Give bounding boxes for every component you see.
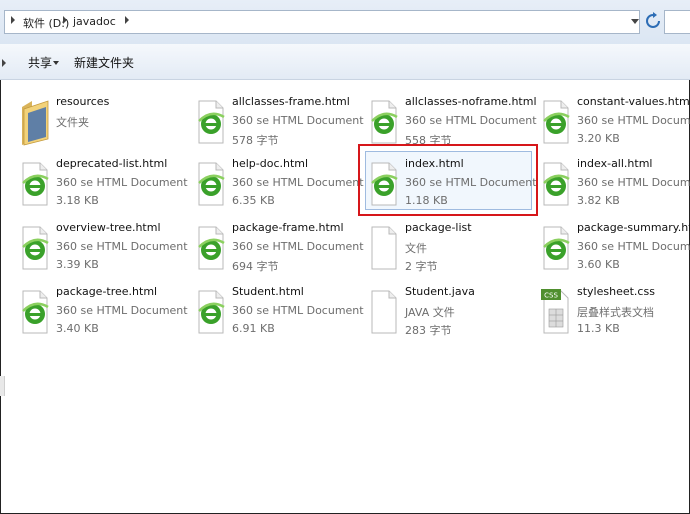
file-name: package-summary.html [577, 221, 690, 234]
scroll-edge [0, 376, 5, 396]
file-name: allclasses-frame.html [232, 95, 350, 108]
file-type: 层叠样式表文档 [577, 306, 654, 319]
address-dropdown-icon[interactable] [631, 19, 639, 24]
file-name: constant-values.html [577, 95, 690, 108]
html-document-icon [196, 97, 226, 147]
file-type: 360 se HTML Document [56, 240, 188, 253]
share-button[interactable]: 共享 [28, 54, 52, 71]
file-type: 360 se HTML Document [56, 176, 188, 189]
breadcrumb-separator-icon[interactable] [63, 16, 67, 24]
file-item[interactable]: Student.html 360 se HTML Document 6.91 KB [196, 285, 366, 343]
file-type: 360 se HTML Document [577, 114, 690, 127]
file-name: resources [56, 95, 110, 108]
breadcrumb-folder[interactable]: javadoc [73, 15, 116, 28]
blank-file-icon [369, 223, 399, 273]
file-type: 360 se HTML Document [232, 114, 364, 127]
file-size: 694 字节 [232, 260, 279, 273]
css-file-icon: CSS [541, 287, 571, 337]
file-name: overview-tree.html [56, 221, 161, 234]
file-item[interactable]: allclasses-frame.html 360 se HTML Documen… [196, 95, 366, 153]
html-document-icon [20, 159, 50, 209]
file-type: 360 se HTML Document [232, 240, 364, 253]
file-type: JAVA 文件 [405, 306, 455, 319]
new-folder-button[interactable]: 新建文件夹 [74, 54, 134, 71]
file-name: package-tree.html [56, 285, 158, 298]
file-name: Student.html [232, 285, 304, 298]
html-document-icon [541, 159, 571, 209]
file-item[interactable]: package-summary.html 360 se HTML Document… [541, 221, 690, 279]
search-input[interactable] [664, 10, 690, 34]
svg-text:CSS: CSS [544, 292, 558, 300]
html-document-icon [196, 287, 226, 337]
file-name: index-all.html [577, 157, 653, 170]
file-item[interactable]: help-doc.html 360 se HTML Document 6.35 KB [196, 157, 366, 215]
chevron-down-icon[interactable] [53, 61, 59, 65]
html-document-icon [541, 97, 571, 147]
file-type: 360 se HTML Document [232, 304, 364, 317]
organize-arrow-icon[interactable] [2, 59, 6, 67]
html-document-icon [196, 159, 226, 209]
file-name: Student.java [405, 285, 475, 298]
command-bar: 共享 新建文件夹 [0, 44, 690, 80]
file-item[interactable]: package-tree.html 360 se HTML Document 3.4… [20, 285, 190, 343]
file-size: 283 字节 [405, 324, 452, 337]
file-item[interactable]: constant-values.html 360 se HTML Document… [541, 95, 690, 153]
file-name: help-doc.html [232, 157, 309, 170]
file-item[interactable]: Student.java JAVA 文件 283 字节 [369, 285, 539, 343]
file-size: 3.39 KB [56, 258, 99, 271]
file-name: package-frame.html [232, 221, 344, 234]
file-size: 3.40 KB [56, 322, 99, 335]
file-size: 3.60 KB [577, 258, 620, 271]
file-size: 11.3 KB [577, 322, 620, 335]
file-name: stylesheet.css [577, 285, 655, 298]
file-size: 6.91 KB [232, 322, 275, 335]
file-name: package-list [405, 221, 472, 234]
html-document-icon [369, 97, 399, 147]
file-item[interactable]: index-all.html 360 se HTML Document 3.82 K… [541, 157, 690, 215]
breadcrumb-separator-icon[interactable] [125, 16, 129, 24]
file-size: 6.35 KB [232, 194, 275, 207]
file-size: 3.82 KB [577, 194, 620, 207]
file-item[interactable]: package-frame.html 360 se HTML Document 69… [196, 221, 366, 279]
file-type: 360 se HTML Document [56, 304, 188, 317]
file-name: allclasses-noframe.html [405, 95, 537, 108]
folder-icon [20, 97, 50, 147]
highlight-box [358, 144, 538, 216]
file-size: 2 字节 [405, 260, 438, 273]
html-document-icon [20, 287, 50, 337]
address-bar-row: 软件 (D:) javadoc [0, 0, 690, 44]
file-item[interactable]: deprecated-list.html 360 se HTML Document… [20, 157, 190, 215]
address-bar[interactable]: 软件 (D:) javadoc [4, 10, 640, 34]
file-item[interactable]: overview-tree.html 360 se HTML Document 3.… [20, 221, 190, 279]
html-document-icon [20, 223, 50, 273]
file-size: 3.20 KB [577, 132, 620, 145]
breadcrumb-separator-icon[interactable] [11, 16, 15, 24]
file-size: 578 字节 [232, 134, 279, 147]
file-item[interactable]: CSS stylesheet.css 层叠样式表文档 11.3 KB [541, 285, 690, 343]
file-name: deprecated-list.html [56, 157, 168, 170]
blank-file-icon [369, 287, 399, 337]
file-size: 3.18 KB [56, 194, 99, 207]
refresh-icon[interactable] [644, 12, 662, 32]
file-type: 文件夹 [56, 116, 89, 129]
file-type: 360 se HTML Document [232, 176, 364, 189]
file-type: 360 se HTML Document [577, 240, 690, 253]
file-type: 文件 [405, 242, 427, 255]
html-document-icon [541, 223, 571, 273]
file-item[interactable]: resources 文件夹 [20, 95, 190, 153]
file-item[interactable]: package-list 文件 2 字节 [369, 221, 539, 279]
html-document-icon [196, 223, 226, 273]
file-type: 360 se HTML Document [405, 114, 537, 127]
file-type: 360 se HTML Document [577, 176, 690, 189]
